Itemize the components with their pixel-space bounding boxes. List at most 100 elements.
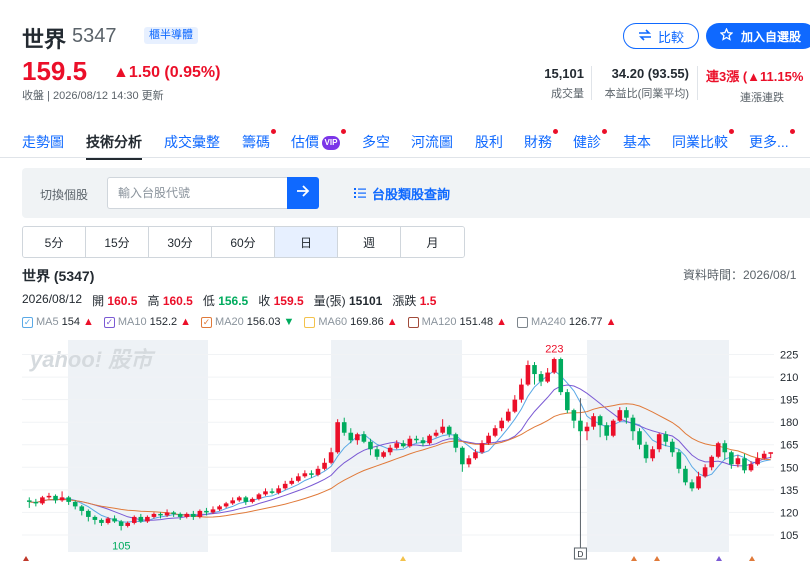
ma240-toggle[interactable]: MA240 126.77 ▲: [517, 316, 616, 328]
period-30min[interactable]: 30分: [149, 227, 212, 257]
close-value: 159.5: [273, 294, 304, 308]
stat-label: 本益比(同業平均): [604, 88, 689, 100]
tab-health[interactable]: 健診: [573, 129, 607, 152]
add-watchlist-label: 加入自選股: [741, 29, 802, 44]
tab-chart[interactable]: 走勢圖: [22, 132, 64, 152]
candle-body: [197, 510, 203, 517]
compare-button-label: 比較: [657, 29, 684, 45]
tab-bullbear[interactable]: 多空: [362, 132, 390, 152]
chart-title: 世界 (5347): [22, 268, 95, 284]
candle-body: [33, 501, 39, 504]
add-watchlist-button[interactable]: 加入自選股: [706, 23, 810, 49]
period-selector: 5分 15分 30分 60分 日 週 月: [22, 226, 465, 258]
candle-body: [158, 513, 163, 516]
candle-body: [236, 497, 242, 501]
period-5min[interactable]: 5分: [23, 227, 86, 257]
candle-body: [742, 458, 747, 471]
y-tick-label: 120: [780, 507, 798, 519]
candle-body: [296, 476, 301, 481]
period-15min[interactable]: 15分: [86, 227, 149, 257]
candle-body: [420, 440, 426, 444]
candle-body: [256, 494, 262, 499]
candle-body: [204, 510, 209, 513]
candle-body: [282, 483, 288, 489]
ma5-toggle[interactable]: ✓ MA5 154 ▲: [22, 316, 94, 328]
nav-tabs: 走勢圖 技術分析 成交彙整 籌碼 估價 VIP 多空 河流圖 股利 財務 健診 基…: [0, 128, 810, 160]
change-value: 1.5: [419, 294, 437, 308]
tab-basic[interactable]: 基本: [623, 132, 651, 152]
candle-body: [440, 426, 445, 433]
candle-body: [394, 443, 400, 448]
tab-financial[interactable]: 財務: [524, 129, 558, 152]
ma60-toggle[interactable]: MA60 169.86 ▲: [304, 316, 398, 328]
candle-body: [637, 431, 642, 445]
candle-body: [341, 422, 347, 433]
event-marker-label: D: [577, 550, 583, 559]
ma20-toggle[interactable]: ✓ MA20 156.03 ▼: [201, 316, 294, 328]
tab-peers[interactable]: 同業比較: [672, 129, 734, 152]
candle-body: [374, 449, 380, 457]
period-60min[interactable]: 60分: [212, 227, 275, 257]
candlestick-chart[interactable]: yahoo! 股市 225 210 195 180 165 150 135 120 105 D 223…: [22, 340, 810, 562]
candle-body: [105, 518, 111, 523]
candle-body: [761, 453, 767, 459]
tab-technical[interactable]: 技術分析: [86, 132, 142, 160]
candle-body: [597, 416, 603, 426]
candle-body: [466, 458, 472, 465]
tab-chips[interactable]: 籌碼: [242, 129, 276, 152]
candle-body: [729, 452, 734, 465]
stat-pe: 34.20 (93.55) 本益比(同業平均): [605, 66, 689, 101]
ohlc-date: 2026/08/12: [22, 292, 83, 306]
stat-value: 15,101: [544, 66, 584, 81]
candle-body: [171, 512, 176, 514]
candle-body: [492, 428, 498, 436]
candle-body: [532, 365, 537, 375]
candle-body: [230, 500, 235, 504]
industry-badge[interactable]: 櫃半導體: [144, 27, 198, 44]
candle-body: [643, 444, 649, 459]
candle-body: [578, 420, 583, 432]
candle-body: [460, 447, 465, 465]
tab-dividend[interactable]: 股利: [475, 132, 503, 152]
candle-body: [40, 497, 45, 504]
open-value: 160.5: [107, 294, 138, 308]
high-value: 160.5: [162, 294, 193, 308]
event-triangle: [400, 556, 406, 561]
candle-body: [46, 495, 52, 498]
compare-button[interactable]: 比較: [623, 23, 699, 49]
period-month[interactable]: 月: [401, 227, 464, 257]
period-day[interactable]: 日: [275, 227, 338, 257]
candle-body: [355, 434, 360, 441]
ma10-toggle[interactable]: ✓ MA10 152.2 ▲: [103, 316, 191, 328]
candle-body: [289, 480, 295, 484]
period-week[interactable]: 週: [338, 227, 401, 257]
search-submit-button[interactable]: [287, 177, 319, 209]
candle-body: [768, 452, 774, 454]
star-icon: [719, 27, 734, 44]
event-triangle: [654, 556, 660, 561]
checkbox-icon: [304, 316, 316, 328]
candle-body: [571, 410, 577, 421]
stock-search-input[interactable]: [107, 177, 288, 209]
tab-more[interactable]: 更多...: [749, 129, 795, 152]
event-triangle: [631, 556, 637, 561]
volume-value: 15101: [348, 294, 383, 308]
candle-body: [584, 426, 590, 432]
candle-body: [446, 426, 452, 435]
volume-label: 量(張): [313, 294, 346, 308]
category-query-link[interactable]: 台股類股查詢: [354, 184, 450, 203]
candle-body: [407, 438, 413, 447]
category-query-label: 台股類股查詢: [372, 187, 451, 202]
tab-river[interactable]: 河流圖: [411, 132, 453, 152]
candle-body: [565, 392, 570, 411]
candle-body: [709, 456, 714, 468]
notification-dot: [271, 129, 276, 134]
y-tick-label: 225: [780, 350, 798, 362]
candle-body: [715, 443, 721, 457]
stock-switch-label: 切換個股: [40, 188, 89, 202]
tab-trades[interactable]: 成交彙整: [164, 132, 220, 152]
ma120-toggle[interactable]: MA120 151.48 ▲: [407, 316, 507, 328]
candle-body: [269, 491, 275, 493]
tab-valuation[interactable]: 估價 VIP: [291, 129, 346, 152]
ohlc-row: 2026/08/12 開 160.5 高 160.5 低 156.5 收 159…: [22, 292, 436, 309]
